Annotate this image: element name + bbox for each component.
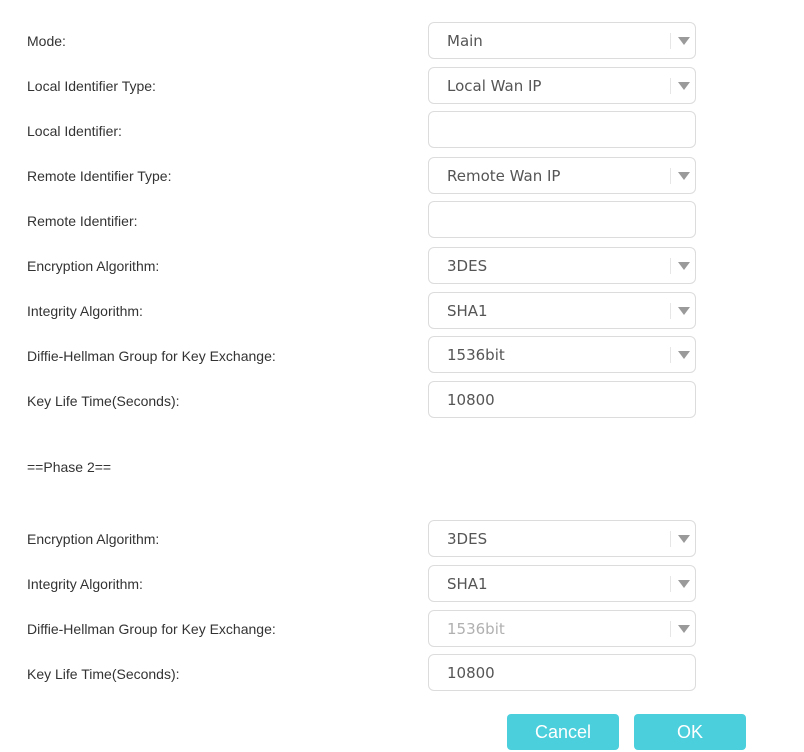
local-identifier-type-label: Local Identifier Type:: [27, 78, 156, 94]
chevron-down-icon: [678, 307, 690, 315]
select-divider: [670, 258, 671, 274]
encryption-algorithm-label: Encryption Algorithm:: [27, 258, 160, 274]
remote-identifier-input[interactable]: [428, 201, 696, 238]
select-divider: [670, 576, 671, 592]
phase2-encryption-algorithm-label: Encryption Algorithm:: [27, 531, 160, 547]
phase2-key-life-time-label: Key Life Time(Seconds):: [27, 666, 180, 682]
chevron-down-icon: [678, 580, 690, 588]
phase2-key-life-time-input[interactable]: 10800: [428, 654, 696, 691]
select-divider: [670, 303, 671, 319]
remote-identifier-label: Remote Identifier:: [27, 213, 138, 229]
ok-button[interactable]: OK: [634, 714, 746, 750]
select-divider: [670, 33, 671, 49]
local-identifier-label: Local Identifier:: [27, 123, 122, 139]
chevron-down-icon: [678, 172, 690, 180]
dh-group-label: Diffie-Hellman Group for Key Exchange:: [27, 348, 276, 364]
chevron-down-icon: [678, 535, 690, 543]
cancel-button[interactable]: Cancel: [507, 714, 619, 750]
key-life-time-value: 10800: [447, 391, 495, 409]
select-divider: [670, 621, 671, 637]
phase2-encryption-algorithm-value: 3DES: [447, 530, 488, 548]
local-identifier-input[interactable]: [428, 111, 696, 148]
local-identifier-type-value: Local Wan IP: [447, 77, 542, 95]
local-identifier-type-select[interactable]: Local Wan IP: [428, 67, 696, 104]
dh-group-value: 1536bit: [447, 346, 505, 364]
phase2-dh-group-label: Diffie-Hellman Group for Key Exchange:: [27, 621, 276, 637]
select-divider: [670, 168, 671, 184]
integrity-algorithm-value: SHA1: [447, 302, 488, 320]
key-life-time-label: Key Life Time(Seconds):: [27, 393, 180, 409]
mode-value: Main: [447, 32, 483, 50]
integrity-algorithm-select[interactable]: SHA1: [428, 292, 696, 329]
phase2-key-life-time-value: 10800: [447, 664, 495, 682]
phase2-integrity-algorithm-select[interactable]: SHA1: [428, 565, 696, 602]
chevron-down-icon: [678, 625, 690, 633]
key-life-time-input[interactable]: 10800: [428, 381, 696, 418]
dh-group-select[interactable]: 1536bit: [428, 336, 696, 373]
phase2-dh-group-select[interactable]: 1536bit: [428, 610, 696, 647]
mode-label: Mode:: [27, 33, 66, 49]
chevron-down-icon: [678, 82, 690, 90]
select-divider: [670, 78, 671, 94]
remote-identifier-type-select[interactable]: Remote Wan IP: [428, 157, 696, 194]
encryption-algorithm-value: 3DES: [447, 257, 488, 275]
phase2-integrity-algorithm-value: SHA1: [447, 575, 488, 593]
select-divider: [670, 347, 671, 363]
integrity-algorithm-label: Integrity Algorithm:: [27, 303, 143, 319]
phase-2-heading: ==Phase 2==: [27, 459, 112, 475]
encryption-algorithm-select[interactable]: 3DES: [428, 247, 696, 284]
phase2-dh-group-value: 1536bit: [447, 620, 505, 638]
chevron-down-icon: [678, 262, 690, 270]
remote-identifier-type-label: Remote Identifier Type:: [27, 168, 172, 184]
phase2-encryption-algorithm-select[interactable]: 3DES: [428, 520, 696, 557]
mode-select[interactable]: Main: [428, 22, 696, 59]
chevron-down-icon: [678, 351, 690, 359]
phase2-integrity-algorithm-label: Integrity Algorithm:: [27, 576, 143, 592]
chevron-down-icon: [678, 37, 690, 45]
remote-identifier-type-value: Remote Wan IP: [447, 167, 561, 185]
select-divider: [670, 531, 671, 547]
